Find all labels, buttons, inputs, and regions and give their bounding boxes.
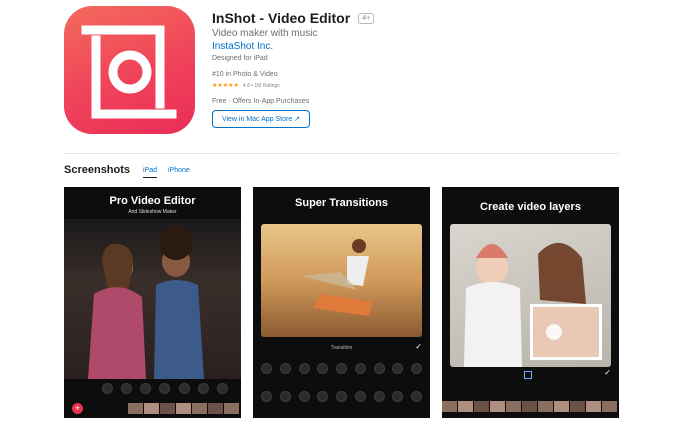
layer-icon[interactable] bbox=[524, 371, 532, 379]
transition-row bbox=[261, 391, 422, 402]
app-title: InShot - Video Editor bbox=[212, 10, 351, 26]
rating-row: ★★★★★ 4.8 • 1M Ratings bbox=[212, 82, 280, 90]
transition-option[interactable] bbox=[392, 363, 404, 374]
tool-button[interactable] bbox=[197, 383, 209, 394]
tab-ipad[interactable]: iPad bbox=[143, 167, 158, 178]
timeline-frame bbox=[192, 403, 207, 414]
transition-row bbox=[261, 363, 422, 374]
timeline-filmstrip[interactable] bbox=[128, 403, 239, 414]
transition-option[interactable] bbox=[354, 391, 366, 402]
timeline-frame bbox=[570, 401, 585, 412]
tab-iphone[interactable]: iPhone bbox=[168, 167, 190, 174]
age-rating-badge: 4+ bbox=[358, 12, 375, 24]
timeline-frame bbox=[490, 401, 505, 412]
transition-option[interactable] bbox=[317, 391, 329, 402]
app-icon bbox=[64, 6, 195, 134]
transition-bar-label: Transition bbox=[330, 345, 353, 351]
tool-button[interactable] bbox=[121, 383, 133, 394]
price-label: Free · Offers In-App Purchases bbox=[212, 98, 310, 105]
mother-baby-photo bbox=[450, 224, 611, 367]
timeline-filmstrip[interactable] bbox=[442, 401, 617, 412]
checkmark-icon[interactable]: ✓ bbox=[415, 342, 422, 351]
timeline-frame bbox=[554, 401, 569, 412]
screenshot-super-transitions[interactable]: Super Transitions Transition ✓ bbox=[253, 187, 430, 418]
app-subtitle: Video maker with music bbox=[212, 28, 318, 39]
timeline-frame bbox=[442, 401, 457, 412]
timeline-frame bbox=[538, 401, 553, 412]
transition-option[interactable] bbox=[411, 391, 422, 402]
tool-button[interactable] bbox=[216, 383, 228, 394]
transition-option[interactable] bbox=[279, 391, 291, 402]
timeline-frame bbox=[224, 403, 239, 414]
screenshot-caption: Pro Video Editor bbox=[109, 195, 196, 207]
inshot-logo-icon bbox=[81, 25, 177, 119]
timeline-frame bbox=[176, 403, 191, 414]
category-rank[interactable]: #10 in Photo & Video bbox=[212, 71, 278, 78]
screenshot-caption: Super Transitions bbox=[295, 197, 388, 209]
transition-option[interactable] bbox=[392, 391, 404, 402]
tool-button[interactable] bbox=[140, 383, 152, 394]
star-rating: ★★★★★ bbox=[212, 83, 239, 89]
transition-option[interactable] bbox=[298, 391, 310, 402]
transition-option[interactable] bbox=[373, 391, 385, 402]
checkmark-icon[interactable]: ✓ bbox=[604, 368, 611, 377]
transition-option[interactable] bbox=[336, 391, 347, 402]
transition-option[interactable] bbox=[373, 363, 385, 374]
transition-option[interactable] bbox=[336, 363, 347, 374]
screenshot-create-video-layers[interactable]: Create video layers ✓ bbox=[442, 187, 619, 418]
developer-link[interactable]: InstaShot Inc. bbox=[212, 41, 273, 52]
transition-option[interactable] bbox=[261, 363, 272, 374]
title-row: InShot - Video Editor 4+ bbox=[212, 10, 375, 26]
timeline-frame bbox=[144, 403, 159, 414]
screenshot-subcaption: And Slideshow Maker bbox=[128, 209, 177, 215]
timeline-frame bbox=[586, 401, 601, 412]
screenshot-pro-video-editor[interactable]: Pro Video Editor And Slideshow Maker + bbox=[64, 187, 241, 418]
timeline-frame bbox=[506, 401, 521, 412]
mac-store-button-label: View in Mac App Store ↗ bbox=[221, 116, 301, 123]
screenshots-heading: Screenshots bbox=[64, 164, 131, 176]
transition-option[interactable] bbox=[354, 363, 366, 374]
designed-for-label: Designed for iPad bbox=[212, 55, 268, 62]
editor-toolbar bbox=[102, 383, 228, 394]
timeline-frame bbox=[522, 401, 537, 412]
view-in-mac-app-store-button[interactable]: View in Mac App Store ↗ bbox=[212, 110, 310, 128]
timeline-frame bbox=[602, 401, 617, 412]
transition-option[interactable] bbox=[298, 363, 310, 374]
timeline-frame bbox=[160, 403, 175, 414]
transition-option[interactable] bbox=[317, 363, 329, 374]
timeline-frame bbox=[458, 401, 473, 412]
couple-photo bbox=[64, 219, 241, 379]
section-divider bbox=[64, 153, 619, 154]
add-icon[interactable]: + bbox=[72, 403, 83, 414]
transition-option[interactable] bbox=[279, 363, 291, 374]
timeline-frame bbox=[208, 403, 223, 414]
timeline-frame bbox=[128, 403, 143, 414]
rating-summary: 4.8 • 1M Ratings bbox=[242, 82, 280, 89]
tool-button[interactable] bbox=[102, 383, 113, 394]
screenshot-caption: Create video layers bbox=[480, 201, 581, 213]
timeline-frame bbox=[474, 401, 489, 412]
tool-button[interactable] bbox=[178, 383, 190, 394]
transition-option[interactable] bbox=[411, 363, 422, 374]
skater-photo bbox=[261, 224, 422, 337]
transition-option[interactable] bbox=[261, 391, 272, 402]
tool-button[interactable] bbox=[159, 383, 171, 394]
